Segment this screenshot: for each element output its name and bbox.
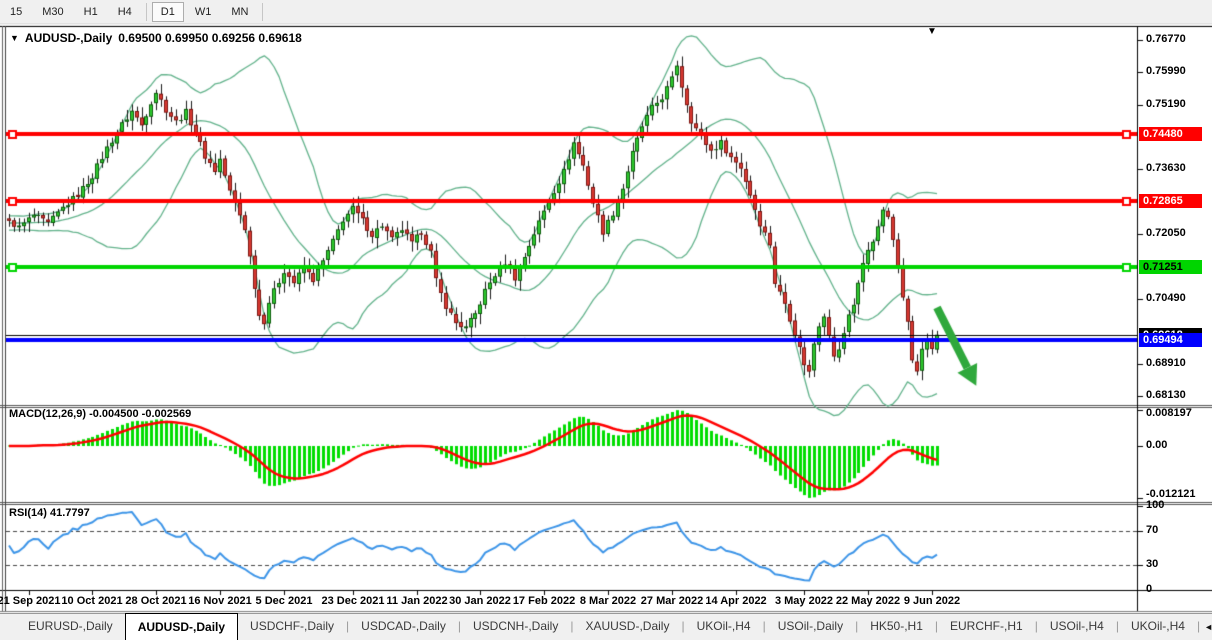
symbol-tab-11[interactable]: UKOil-,H4: [1119, 614, 1197, 640]
date-label: 21 Sep 2021: [0, 595, 61, 607]
symbol-tab-10[interactable]: USOil-,H4: [1038, 614, 1116, 640]
chart-title-quotes: 0.69500 0.69950 0.69256 0.69618: [118, 31, 302, 45]
rsi-axis-tick: 30: [1146, 558, 1158, 570]
tab-scroll-arrows: ◄►: [1200, 614, 1212, 640]
timeframe-button-w1[interactable]: W1: [186, 2, 221, 22]
price-axis-tick: 0.68910: [1146, 357, 1186, 369]
price-chart-canvas[interactable]: [0, 0, 1212, 640]
date-label: 27 Mar 2022: [641, 595, 703, 607]
symbol-tab-4[interactable]: USDCNH-,Daily: [461, 614, 570, 640]
date-label: 10 Oct 2021: [61, 595, 122, 607]
chart-dropdown-icon[interactable]: ▼: [10, 33, 19, 43]
symbol-tab-5[interactable]: XAUUSD-,Daily: [573, 614, 681, 640]
symbol-tab-6[interactable]: UKOil-,H4: [685, 614, 763, 640]
date-label: 14 Apr 2022: [705, 595, 766, 607]
date-label: 16 Nov 2021: [188, 595, 252, 607]
price-axis-tick: 0.68130: [1146, 389, 1186, 401]
date-label: 28 Oct 2021: [125, 595, 186, 607]
date-label: 23 Dec 2021: [322, 595, 385, 607]
symbol-tab-2[interactable]: USDCHF-,Daily: [238, 614, 346, 640]
macd-axis-tick: 0.00: [1146, 439, 1167, 451]
price-axis-tick: 0.76770: [1146, 33, 1186, 45]
symbol-tab-1[interactable]: AUDUSD-,Daily: [125, 613, 238, 640]
chart-shift-marker-icon: ▼: [927, 26, 937, 37]
rsi-axis-tick: 100: [1146, 499, 1164, 511]
toolbar-separator: [146, 3, 147, 21]
rsi-axis-tick: 0: [1146, 583, 1152, 595]
date-label: 5 Dec 2021: [256, 595, 313, 607]
price-axis-badge: 0.69494: [1139, 333, 1202, 347]
date-label: 9 Jun 2022: [904, 595, 960, 607]
symbol-tab-7[interactable]: USOil-,Daily: [766, 614, 855, 640]
toolbar-separator: [262, 3, 263, 21]
timeframe-toolbar: 15M30H1H4 D1W1MN: [0, 0, 1212, 24]
date-label: 11 Jan 2022: [386, 595, 447, 607]
macd-axis-tick: 0.008197: [1146, 407, 1192, 419]
symbol-tab-3[interactable]: USDCAD-,Daily: [349, 614, 458, 640]
symbol-tab-0[interactable]: EURUSD-,Daily: [16, 614, 125, 640]
symbol-tabbar: EURUSD-,DailyAUDUSD-,DailyUSDCHF-,Daily|…: [0, 613, 1212, 640]
tab-scroll-left-icon[interactable]: ◄: [1204, 622, 1212, 632]
symbol-tab-8[interactable]: HK50-,H1: [858, 614, 935, 640]
timeframe-button-mn[interactable]: MN: [222, 2, 257, 22]
macd-indicator-label: MACD(12,26,9) -0.004500 -0.002569: [9, 408, 191, 420]
chart-title-symbol: AUDUSD-,Daily: [25, 31, 112, 45]
date-label: 30 Jan 2022: [449, 595, 511, 607]
chart-title: ▼ AUDUSD-,Daily 0.69500 0.69950 0.69256 …: [10, 31, 302, 45]
price-axis-tick: 0.75190: [1146, 98, 1186, 110]
date-label: 8 Mar 2022: [580, 595, 636, 607]
rsi-indicator-label: RSI(14) 41.7797: [9, 507, 90, 519]
date-label: 22 May 2022: [836, 595, 900, 607]
price-axis-badge: 0.72865: [1139, 194, 1202, 208]
date-label: 3 May 2022: [775, 595, 833, 607]
symbol-tab-9[interactable]: EURCHF-,H1: [938, 614, 1035, 640]
price-axis-tick: 0.73630: [1146, 162, 1186, 174]
price-axis-tick: 0.70490: [1146, 292, 1186, 304]
timeframe-button-h1[interactable]: H1: [75, 2, 107, 22]
rsi-axis-tick: 70: [1146, 524, 1158, 536]
price-axis-tick: 0.75990: [1146, 65, 1186, 77]
date-label: 17 Feb 2022: [513, 595, 575, 607]
timeframe-button-d1[interactable]: D1: [152, 2, 184, 22]
timeframe-button-h4[interactable]: H4: [109, 2, 141, 22]
price-axis-tick: 0.72050: [1146, 227, 1186, 239]
price-axis-badge: 0.71251: [1139, 260, 1202, 274]
timeframe-button-m30[interactable]: M30: [33, 2, 72, 22]
timeframe-button-15[interactable]: 15: [1, 2, 31, 22]
price-axis-badge: 0.74480: [1139, 127, 1202, 141]
